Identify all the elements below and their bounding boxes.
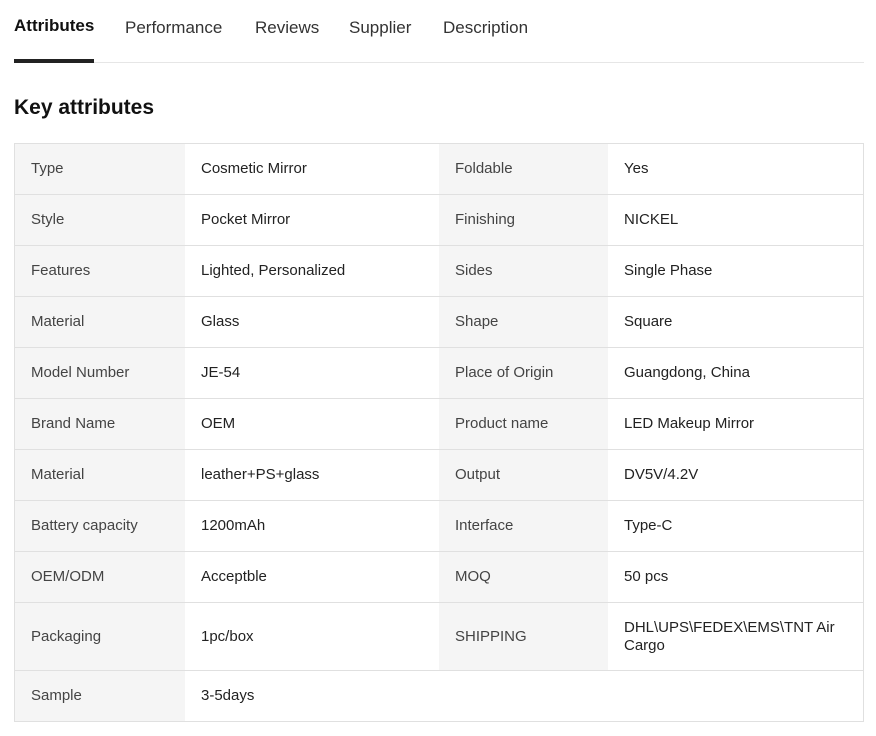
attribute-key: Model Number: [15, 348, 185, 398]
attribute-value: Lighted, Personalized: [185, 246, 439, 296]
attribute-key: Brand Name: [15, 399, 185, 449]
attribute-key: MOQ: [439, 552, 608, 602]
attribute-key: Shape: [439, 297, 608, 347]
attribute-value: 3-5days: [185, 671, 439, 721]
attribute-value: DV5V/4.2V: [608, 450, 863, 500]
attribute-value: Guangdong, China: [608, 348, 863, 398]
table-row: Model Number JE-54 Place of Origin Guang…: [15, 348, 863, 399]
table-row: Style Pocket Mirror Finishing NICKEL: [15, 195, 863, 246]
attribute-key: Packaging: [15, 603, 185, 670]
attribute-value: Acceptble: [185, 552, 439, 602]
tab-description[interactable]: Description: [443, 0, 528, 62]
tab-bar: Attributes Performance Reviews Supplier …: [14, 0, 864, 63]
attribute-value: Pocket Mirror: [185, 195, 439, 245]
attribute-value: JE-54: [185, 348, 439, 398]
attribute-value: Cosmetic Mirror: [185, 144, 439, 194]
attributes-table: Type Cosmetic Mirror Foldable Yes Style …: [14, 143, 864, 722]
attribute-value: Type-C: [608, 501, 863, 551]
table-row: Material Glass Shape Square: [15, 297, 863, 348]
attribute-key: Material: [15, 297, 185, 347]
table-row: Brand Name OEM Product name LED Makeup M…: [15, 399, 863, 450]
attribute-key-empty: [439, 671, 608, 721]
attribute-value: NICKEL: [608, 195, 863, 245]
attribute-value: OEM: [185, 399, 439, 449]
attribute-value: leather+PS+glass: [185, 450, 439, 500]
attribute-key: Sides: [439, 246, 608, 296]
attribute-key: Place of Origin: [439, 348, 608, 398]
attribute-key: Sample: [15, 671, 185, 721]
attribute-value: DHL\UPS\FEDEX\EMS\TNT Air Cargo: [608, 603, 863, 670]
attribute-key: Interface: [439, 501, 608, 551]
attribute-value: Square: [608, 297, 863, 347]
attribute-key: Material: [15, 450, 185, 500]
attribute-key: OEM/ODM: [15, 552, 185, 602]
attribute-key: Finishing: [439, 195, 608, 245]
attribute-key: Style: [15, 195, 185, 245]
attribute-value: 1200mAh: [185, 501, 439, 551]
attribute-value: Single Phase: [608, 246, 863, 296]
attribute-value: LED Makeup Mirror: [608, 399, 863, 449]
section-title: Key attributes: [14, 96, 155, 119]
table-row: Material leather+PS+glass Output DV5V/4.…: [15, 450, 863, 501]
table-row: Features Lighted, Personalized Sides Sin…: [15, 246, 863, 297]
attribute-key: SHIPPING: [439, 603, 608, 670]
attribute-key: Output: [439, 450, 608, 500]
attribute-value: Yes: [608, 144, 863, 194]
attribute-value: 50 pcs: [608, 552, 863, 602]
table-row: Sample 3-5days: [15, 671, 863, 722]
attribute-key: Features: [15, 246, 185, 296]
tab-reviews[interactable]: Reviews: [255, 0, 319, 62]
table-row: Battery capacity 1200mAh Interface Type-…: [15, 501, 863, 552]
tab-performance[interactable]: Performance: [125, 0, 222, 62]
tab-attributes[interactable]: Attributes: [14, 0, 94, 63]
attribute-key: Type: [15, 144, 185, 194]
attribute-value-empty: [608, 671, 863, 721]
attribute-key: Battery capacity: [15, 501, 185, 551]
attribute-key: Product name: [439, 399, 608, 449]
attribute-value: Glass: [185, 297, 439, 347]
tab-supplier[interactable]: Supplier: [349, 0, 411, 62]
attribute-key: Foldable: [439, 144, 608, 194]
attribute-value: 1pc/box: [185, 603, 439, 670]
table-row: Packaging 1pc/box SHIPPING DHL\UPS\FEDEX…: [15, 603, 863, 671]
table-row: Type Cosmetic Mirror Foldable Yes: [15, 144, 863, 195]
table-row: OEM/ODM Acceptble MOQ 50 pcs: [15, 552, 863, 603]
